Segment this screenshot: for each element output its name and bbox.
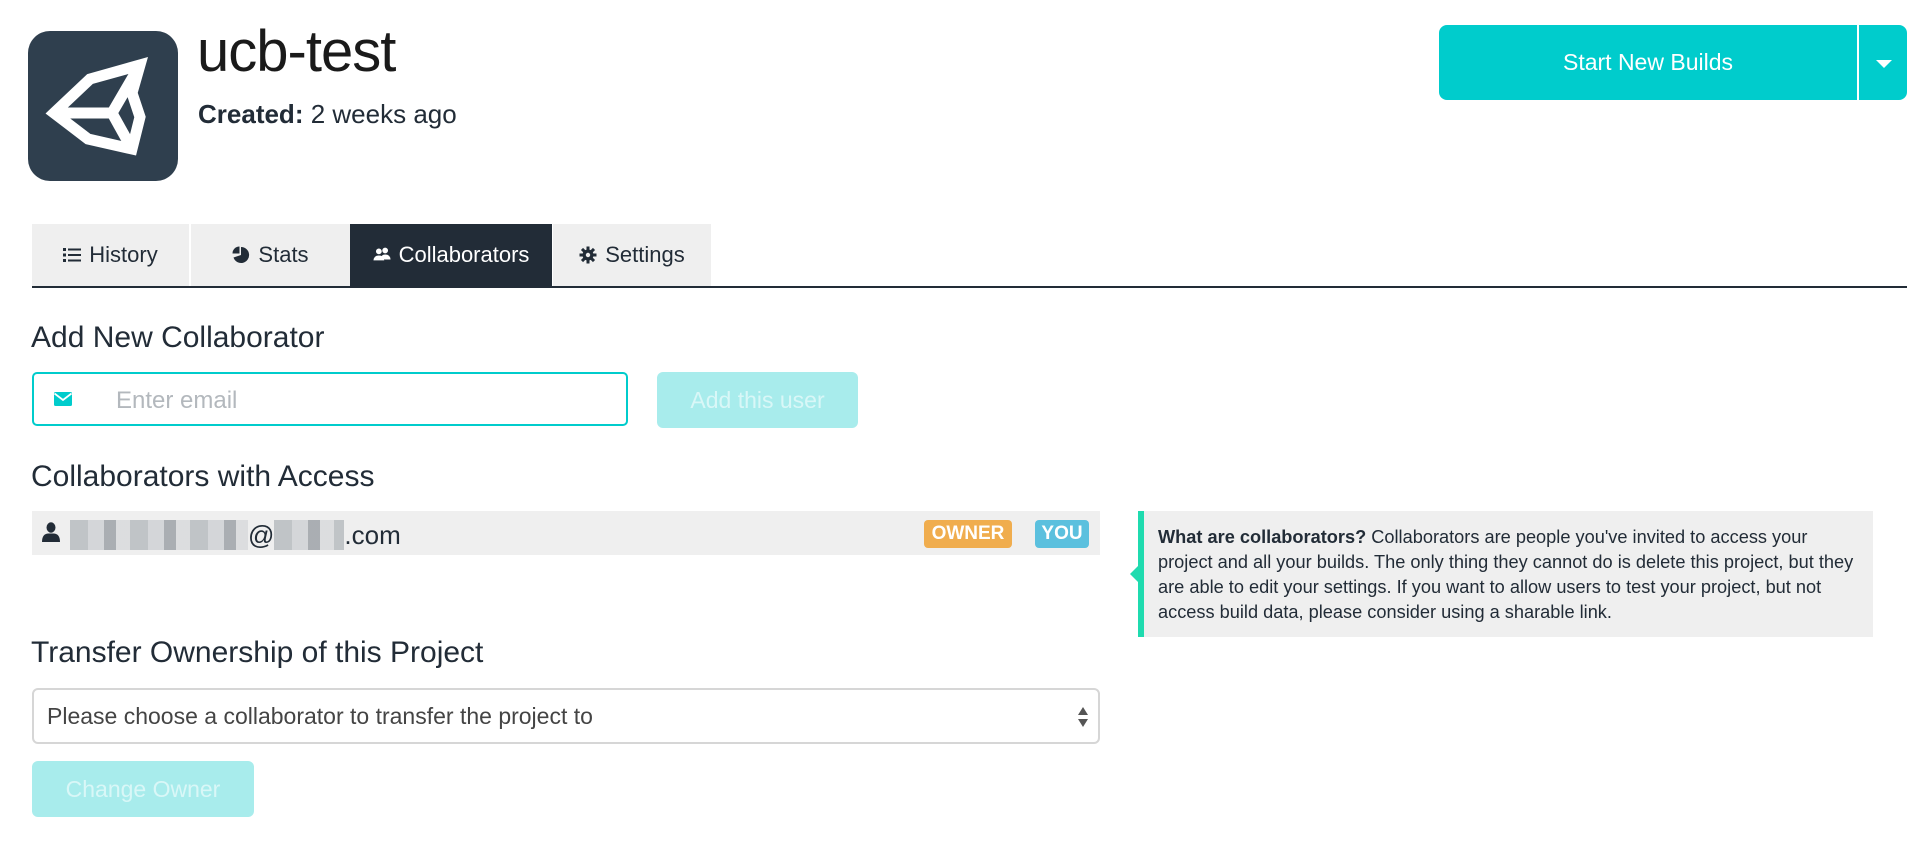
select-arrows-icon bbox=[1078, 707, 1088, 727]
redacted-email-domain bbox=[274, 520, 345, 550]
tab-label: Collaborators bbox=[398, 242, 530, 267]
start-builds-dropdown-button[interactable] bbox=[1859, 25, 1907, 100]
envelope-icon bbox=[54, 392, 72, 406]
tab-history[interactable]: History bbox=[32, 224, 189, 286]
tip-pointer bbox=[1130, 566, 1138, 582]
collaborators-help-tip: What are collaborators? Collaborators ar… bbox=[1138, 511, 1873, 637]
project-logo bbox=[28, 31, 178, 181]
transfer-ownership-heading: Transfer Ownership of this Project bbox=[31, 636, 484, 669]
collaborator-email: @ .com bbox=[70, 517, 401, 553]
tab-label: History bbox=[89, 242, 158, 267]
start-new-builds-button[interactable]: Start New Builds bbox=[1439, 25, 1857, 100]
change-owner-button[interactable]: Change Owner bbox=[32, 761, 254, 817]
collaborator-row: @ .com OWNER YOU bbox=[32, 511, 1100, 555]
owner-badge: OWNER bbox=[924, 520, 1012, 548]
select-placeholder: Please choose a collaborator to transfer… bbox=[47, 703, 593, 729]
collaborators-with-access-heading: Collaborators with Access bbox=[31, 460, 375, 493]
gear-icon bbox=[579, 246, 597, 264]
created-label: Created: bbox=[198, 99, 304, 129]
created-info: Created: 2 weeks ago bbox=[198, 98, 457, 130]
tabs-divider bbox=[32, 286, 1907, 288]
tab-label: Settings bbox=[605, 242, 685, 267]
pie-chart-icon bbox=[232, 246, 250, 263]
email-field[interactable] bbox=[32, 372, 628, 426]
you-badge: YOU bbox=[1035, 520, 1089, 548]
email-at: @ bbox=[248, 519, 275, 550]
tab-label: Stats bbox=[258, 242, 309, 267]
created-value: 2 weeks ago bbox=[310, 99, 457, 129]
caret-down-icon bbox=[1876, 60, 1892, 68]
tab-settings[interactable]: Settings bbox=[553, 224, 711, 286]
redacted-email-user bbox=[70, 520, 248, 550]
transfer-owner-select[interactable]: Please choose a collaborator to transfer… bbox=[32, 688, 1100, 744]
user-icon bbox=[42, 522, 60, 542]
email-suffix: .com bbox=[344, 519, 401, 550]
add-user-button[interactable]: Add this user bbox=[657, 372, 858, 428]
add-collaborator-heading: Add New Collaborator bbox=[31, 321, 325, 354]
tab-collaborators[interactable]: Collaborators bbox=[350, 224, 552, 286]
project-title: ucb-test bbox=[197, 19, 396, 84]
tab-stats[interactable]: Stats bbox=[191, 224, 350, 286]
users-icon bbox=[373, 247, 391, 261]
tip-title: What are collaborators? bbox=[1158, 527, 1367, 547]
list-icon bbox=[63, 248, 82, 262]
email-input[interactable] bbox=[114, 382, 618, 420]
unity-logo-icon bbox=[45, 57, 148, 156]
